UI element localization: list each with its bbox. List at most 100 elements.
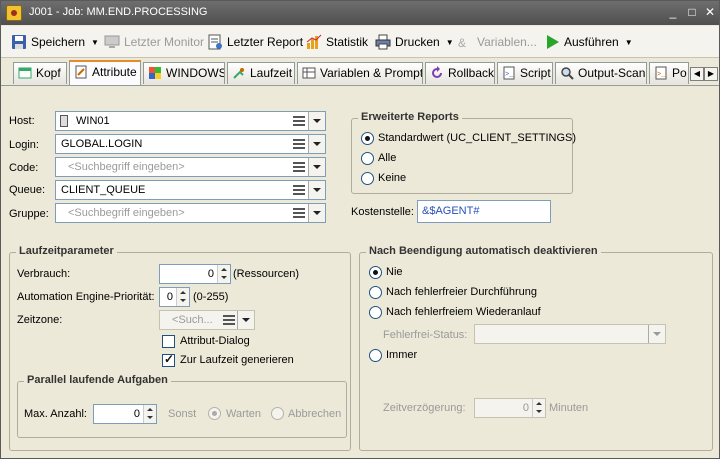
tab-laufzeit[interactable]: Laufzeit <box>227 62 295 84</box>
svg-text:>_: >_ <box>657 71 666 79</box>
chevron-down-icon[interactable]: ▼ <box>446 34 454 52</box>
delay-spin-buttons[interactable] <box>532 399 545 417</box>
report-none-radio[interactable] <box>361 172 374 185</box>
deactivate-always-radio[interactable] <box>369 349 382 362</box>
attribute-panel: Host: WIN01 Login: GLOBAL.LOGIN Code: <S… <box>1 85 719 458</box>
tab-scroll-right-button[interactable]: ▶ <box>704 67 718 81</box>
delay-spinner[interactable]: 0 <box>474 398 546 418</box>
queue-field[interactable]: CLIENT_QUEUE <box>55 180 326 200</box>
code-placeholder: <Suchbegriff eingeben> <box>68 161 185 173</box>
statistics-button[interactable]: Statistik <box>306 33 368 51</box>
priority-spinner[interactable]: 0 <box>159 287 190 307</box>
list-icon[interactable] <box>293 116 305 126</box>
host-dropdown-button[interactable] <box>308 112 325 130</box>
runtime-parameters-title: Laufzeitparameter <box>16 245 117 257</box>
rollback-icon <box>430 66 444 80</box>
login-field[interactable]: GLOBAL.LOGIN <box>55 134 326 154</box>
window-title: J001 - Job: MM.END.PROCESSING <box>29 6 208 18</box>
tab-scroll-left-button[interactable]: ◀ <box>690 67 704 81</box>
error-free-status-field[interactable] <box>474 324 666 344</box>
host-label: Host: <box>9 115 35 127</box>
execute-button[interactable]: Ausführen ▼ <box>544 33 633 51</box>
wait-label: Warten <box>226 408 262 420</box>
tab-output-scan[interactable]: Output-Scan <box>555 62 647 84</box>
close-button[interactable]: ✕ <box>702 5 718 19</box>
group-dropdown-button[interactable] <box>308 204 325 222</box>
deactivate-never-radio[interactable] <box>369 266 382 279</box>
usage-spin-buttons[interactable] <box>217 265 230 283</box>
extended-reports-title: Erweiterte Reports <box>358 111 462 123</box>
abort-radio[interactable] <box>271 407 284 420</box>
list-icon[interactable] <box>293 185 305 195</box>
code-field[interactable]: <Suchbegriff eingeben> <box>55 157 326 177</box>
svg-text:>_: >_ <box>505 71 514 79</box>
cost-center-field[interactable]: &$AGENT# <box>417 200 551 223</box>
print-button[interactable]: Drucken ▼ <box>375 33 454 51</box>
variable-icon: & <box>457 34 473 50</box>
job-editor-window: J001 - Job: MM.END.PROCESSING _ □ ✕ Spei… <box>0 0 720 459</box>
deactivate-after-success-radio[interactable] <box>369 286 382 299</box>
deactivate-after-success-label: Nach fehlerfreier Durchführung <box>386 286 538 298</box>
server-icon <box>60 115 68 127</box>
group-label: Gruppe: <box>9 208 49 220</box>
variables-button[interactable]: & Variablen... <box>457 33 537 51</box>
report-default-radio[interactable] <box>361 132 374 145</box>
error-free-status-dropdown-button[interactable] <box>648 325 665 343</box>
usage-label: Verbrauch: <box>17 268 71 280</box>
list-icon[interactable] <box>293 162 305 172</box>
code-dropdown-button[interactable] <box>308 158 325 176</box>
timezone-field[interactable]: <Such... <box>159 310 255 330</box>
queue-dropdown-button[interactable] <box>308 181 325 199</box>
tab-variablen-prompts[interactable]: Variablen & Prompts <box>297 62 423 84</box>
deactivate-always-label: Immer <box>386 349 418 361</box>
login-label: Login: <box>9 139 39 151</box>
login-dropdown-button[interactable] <box>308 135 325 153</box>
timezone-dropdown-button[interactable] <box>237 311 254 329</box>
parallel-tasks-group: Parallel laufende Aufgaben Max. Anzahl: … <box>17 374 347 438</box>
maximize-button[interactable]: □ <box>684 5 700 19</box>
printer-icon <box>375 34 391 50</box>
list-icon[interactable] <box>293 208 305 218</box>
job-icon <box>6 5 22 21</box>
report-all-label: Alle <box>378 152 397 164</box>
usage-spinner[interactable]: 0 <box>159 264 231 284</box>
deactivate-after-restart-radio[interactable] <box>369 306 382 319</box>
attribute-dialog-checkbox[interactable] <box>162 335 175 348</box>
group-field[interactable]: <Suchbegriff eingeben> <box>55 203 326 223</box>
report-all-radio[interactable] <box>361 152 374 165</box>
generate-at-runtime-checkbox[interactable] <box>162 352 175 367</box>
svg-text:&: & <box>458 36 466 50</box>
deactivate-never-label: Nie <box>386 266 403 278</box>
minimize-button[interactable]: _ <box>665 5 681 19</box>
tab-kopf[interactable]: Kopf <box>13 62 67 84</box>
save-button[interactable]: Speichern ▼ <box>11 33 99 51</box>
wait-radio[interactable] <box>208 407 221 420</box>
list-icon[interactable] <box>223 315 235 325</box>
last-monitor-button[interactable]: Letzter Monitor <box>104 33 204 51</box>
tab-windows[interactable]: WINDOWS <box>143 62 225 84</box>
generate-at-runtime-label: Zur Laufzeit generieren <box>180 354 294 366</box>
list-icon[interactable] <box>293 139 305 149</box>
extended-reports-group: Erweiterte Reports Standardwert (UC_CLIE… <box>351 111 576 194</box>
attribute-icon <box>74 65 88 79</box>
runtime-parameters-group: Laufzeitparameter Verbrauch: 0 (Ressourc… <box>9 245 351 451</box>
host-field[interactable]: WIN01 <box>55 111 326 131</box>
else-label: Sonst <box>168 408 197 420</box>
max-count-spin-buttons[interactable] <box>143 405 156 423</box>
host-value: WIN01 <box>76 115 110 127</box>
auto-deactivate-title: Nach Beendigung automatisch deaktivieren <box>366 245 601 257</box>
tab-script[interactable]: >_ Script <box>497 62 553 84</box>
floppy-disk-icon <box>11 34 27 50</box>
delay-value: 0 <box>522 402 529 414</box>
max-count-spinner[interactable]: 0 <box>93 404 157 424</box>
chevron-down-icon[interactable]: ▼ <box>625 34 633 52</box>
tab-post-process[interactable]: >_ Po <box>649 62 689 84</box>
tab-rollback[interactable]: Rollback <box>425 62 495 84</box>
tab-attribute[interactable]: Attribute <box>69 60 141 85</box>
priority-spin-buttons[interactable] <box>176 288 189 306</box>
chevron-down-icon[interactable]: ▼ <box>91 34 99 52</box>
last-report-button[interactable]: Letzter Report <box>207 33 303 51</box>
code-label: Code: <box>9 162 39 174</box>
max-count-value: 0 <box>133 408 140 420</box>
priority-label: Automation Engine-Priorität: <box>17 291 155 303</box>
